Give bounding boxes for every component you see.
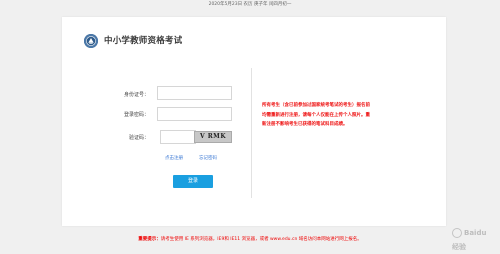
captcha-image[interactable]: V RMK xyxy=(194,131,232,143)
captcha-label: 验证码： xyxy=(129,135,150,141)
captcha-input[interactable] xyxy=(160,130,196,144)
date-text: 2020年5月23日 农历 庚子年 闰四月初一 xyxy=(208,2,292,7)
date-bar: 2020年5月23日 农历 庚子年 闰四月初一 xyxy=(0,0,500,9)
logo-emblem-icon xyxy=(84,34,98,48)
notice-text: 所有考生（含已前参加过国家统考笔试的考生）报名前均需重新进行注册，请每个人仅能在… xyxy=(262,103,370,127)
watermark: Baidu 经验 xyxy=(452,226,492,251)
login-card xyxy=(62,17,446,226)
vertical-divider xyxy=(251,68,252,198)
forgot-password-link[interactable]: 忘记密码 xyxy=(199,155,217,161)
site-title: 中小学教师资格考试 xyxy=(104,36,183,46)
footer-prefix: 重要提示： xyxy=(138,237,161,242)
watermark-paw-icon xyxy=(452,228,462,238)
captcha-text: V RMK xyxy=(199,133,227,140)
footer-text: 请考生使用 IE 系列浏览器，IE9和 IE11 浏览器，或者 www.edu.… xyxy=(160,237,362,242)
id-number-input[interactable] xyxy=(157,86,232,100)
login-button[interactable]: 登录 xyxy=(173,175,213,188)
id-number-label: 身份证号： xyxy=(124,92,150,98)
register-link[interactable]: 点击注册 xyxy=(165,155,183,161)
password-input[interactable] xyxy=(157,107,232,121)
password-label: 登录密码： xyxy=(124,112,150,118)
footer-notice: 重要提示：请考生使用 IE 系列浏览器，IE9和 IE11 浏览器，或者 www… xyxy=(0,235,500,244)
